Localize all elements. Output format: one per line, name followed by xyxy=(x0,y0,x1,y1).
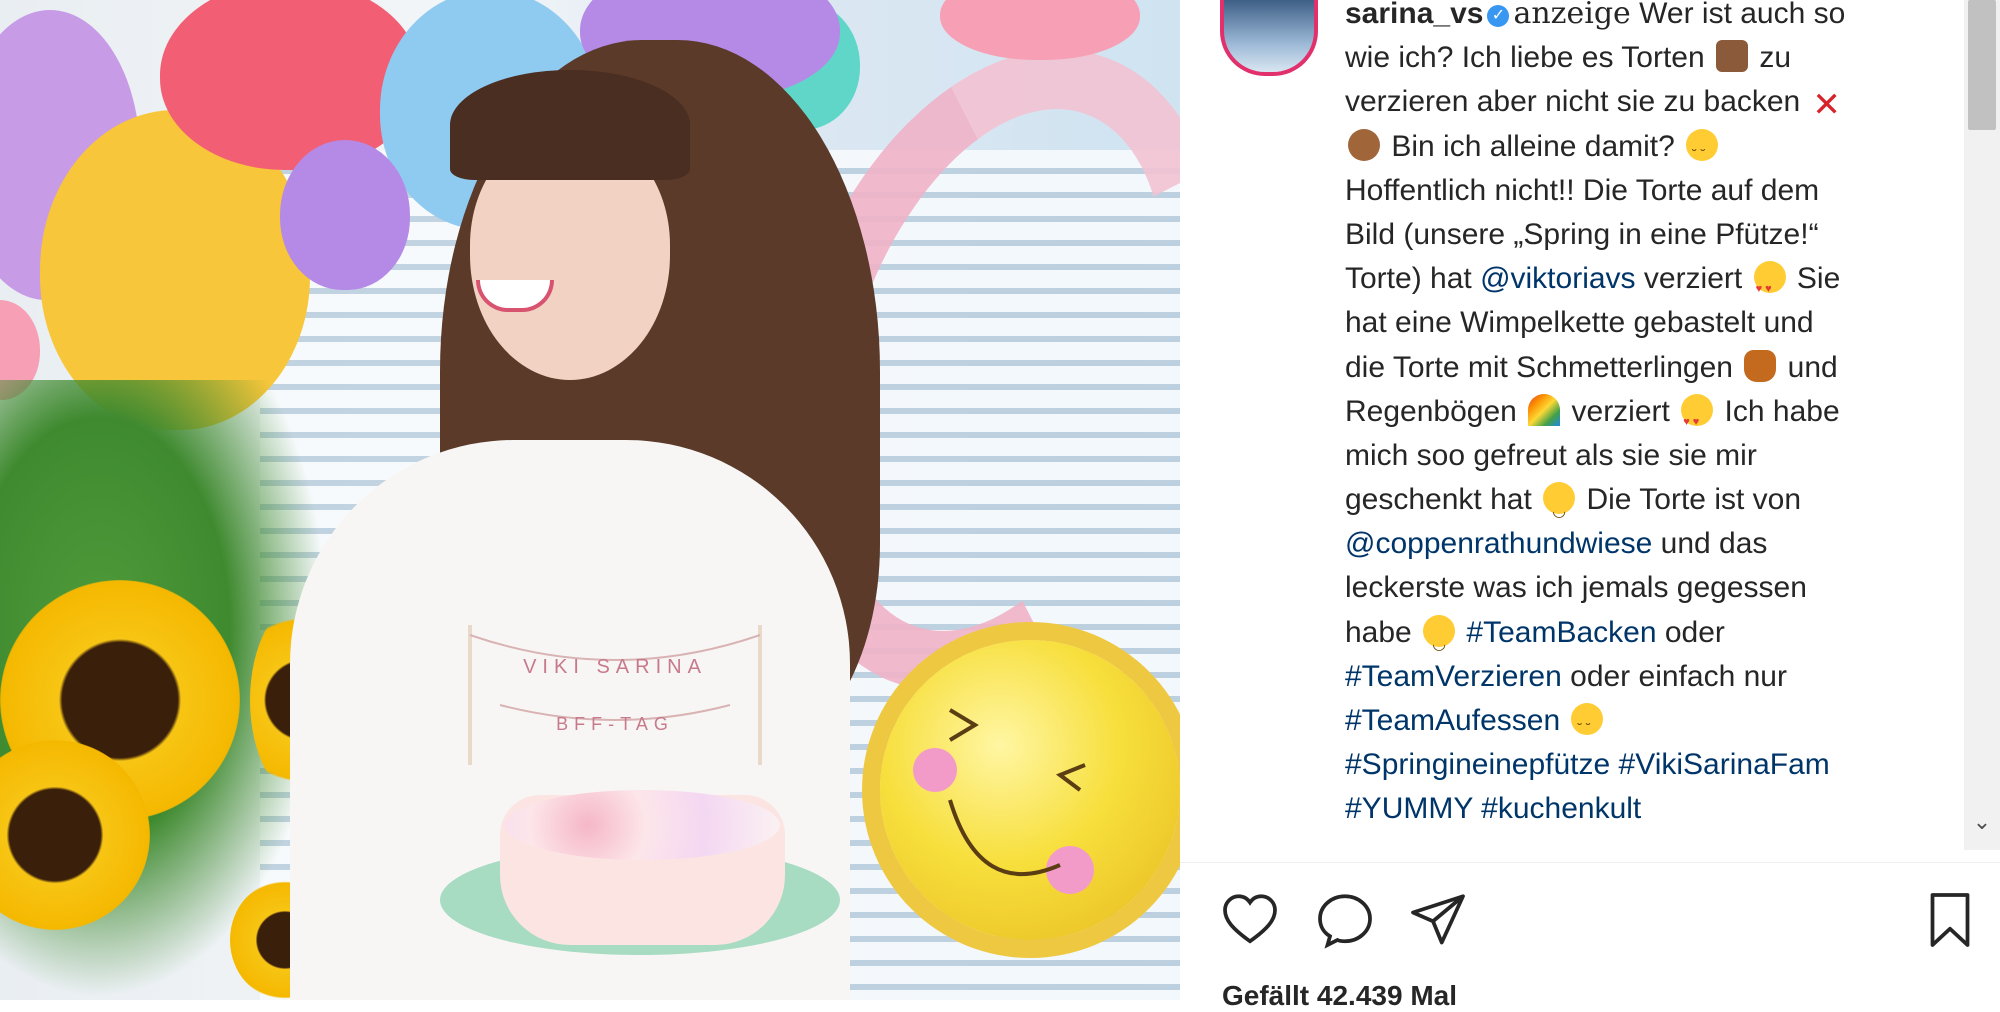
caption-line: #YUMMY #kuchenkult xyxy=(1345,787,1925,831)
butterfly-emoji-icon xyxy=(1744,349,1777,382)
caption-text: Torte) hat xyxy=(1345,262,1481,296)
username-link[interactable]: sarina_vs xyxy=(1345,0,1483,30)
avatar[interactable] xyxy=(1220,0,1318,76)
caption-line: verzieren aber nicht sie zu backen ✕ xyxy=(1345,80,1925,124)
chevron-down-icon[interactable]: ⌄ xyxy=(1972,811,1992,833)
post-actions xyxy=(1220,890,1980,960)
sponsored-label: anzeige xyxy=(1513,0,1631,31)
caption-text: Wer ist auch so xyxy=(1630,0,1846,30)
caption-text: oder einfach nur xyxy=(1561,659,1787,693)
balloon xyxy=(280,140,410,290)
caption-line: Hoffentlich nicht!! Die Torte auf dem xyxy=(1345,169,1925,213)
scrollbar[interactable]: ⌄ xyxy=(1964,0,2000,850)
caption-line: @coppenrathundwiese und das xyxy=(1345,522,1925,566)
heart-eyes-emoji-icon xyxy=(1681,393,1714,444)
post-caption: sarina_vs ✓ anzeige Wer ist auch so wie ich… xyxy=(1345,0,1925,832)
caption-text: oder xyxy=(1656,615,1725,649)
caption-text: verziert xyxy=(1563,394,1679,428)
caption-text: Die Torte ist von xyxy=(1578,483,1802,517)
likes-count[interactable]: Gefällt 42.439 Mal xyxy=(1222,980,1457,1012)
caption-text xyxy=(1473,792,1481,825)
caption-line: Regenbögen verziert Ich habe xyxy=(1345,390,1925,444)
sun-face xyxy=(913,708,1094,894)
caption-text: und das xyxy=(1652,527,1768,561)
smile-emoji-icon xyxy=(1423,614,1456,667)
hashtag-link[interactable]: #TeamBacken xyxy=(1466,616,1656,649)
joy-emoji-icon xyxy=(1571,703,1604,750)
caption-line: leckerste was ich jemals gegessen xyxy=(1345,566,1925,610)
balloon xyxy=(940,0,1140,60)
divider xyxy=(1180,862,2000,863)
hashtag-link[interactable]: #VikiSarinaFam xyxy=(1619,748,1830,781)
caption-text: Ich habe xyxy=(1716,394,1840,428)
post-photo[interactable]: VIKI SARINA BFF-TAG xyxy=(0,0,1180,1000)
caption-text: Bin ich alleine damit? xyxy=(1383,129,1684,163)
caption-line: Bin ich alleine damit? xyxy=(1345,125,1925,176)
caption-text: und xyxy=(1779,350,1838,384)
cake-decoration xyxy=(505,790,780,860)
caption-text: wie ich? Ich liebe es Torten xyxy=(1345,41,1713,75)
banner-text-1: VIKI SARINA xyxy=(523,656,707,678)
caption-text: Hoffentlich nicht!! Die Torte auf dem xyxy=(1345,173,1820,207)
paper-plane-icon[interactable] xyxy=(1408,890,1468,950)
caption-line: hat eine Wimpelkette gebastelt und xyxy=(1345,301,1925,345)
bookmark-icon[interactable] xyxy=(1920,890,1980,950)
hashtag-link[interactable]: #Springineinepfütze xyxy=(1345,748,1610,781)
caption-text: leckerste was ich jemals gegessen xyxy=(1345,571,1807,605)
caption-line: mich soo gefreut als sie sie mir xyxy=(1345,434,1925,478)
comment-bubble-icon[interactable] xyxy=(1315,890,1375,950)
caption-text: verzieren aber nicht sie zu backen xyxy=(1345,85,1809,119)
caption-text: hat eine Wimpelkette gebastelt und xyxy=(1345,306,1814,340)
person-bangs xyxy=(450,70,690,180)
caption-text: habe xyxy=(1345,615,1421,649)
caption-line: Torte) hat @viktoriavs verziert Sie xyxy=(1345,257,1925,311)
caption-text: die Torte mit Schmetterlingen xyxy=(1345,350,1742,384)
caption-line: habe #TeamBacken oder xyxy=(1345,611,1925,667)
heart-icon[interactable] xyxy=(1220,890,1280,950)
caption-line: die Torte mit Schmetterlingen und xyxy=(1345,346,1925,390)
caption-line: #Springineinepfütze #VikiSarinaFam xyxy=(1345,743,1925,787)
caption-text: Sie xyxy=(1788,262,1841,296)
monkey-emoji-icon xyxy=(1348,128,1380,161)
caption-line: geschenkt hat Die Torte ist von xyxy=(1345,478,1925,534)
scroll-thumb[interactable] xyxy=(1968,0,1996,130)
heart-eyes-emoji-icon xyxy=(1753,261,1786,311)
caption-text: Regenbögen xyxy=(1345,394,1526,428)
rainbow-emoji-icon xyxy=(1528,393,1561,426)
caption-text: geschenkt hat xyxy=(1345,483,1541,517)
caption-text xyxy=(1610,748,1618,781)
caption-line: sarina_vs ✓ anzeige Wer ist auch so xyxy=(1345,0,1925,36)
caption-line: #TeamAufessen xyxy=(1345,699,1925,750)
hashtag-link[interactable]: #TeamAufessen xyxy=(1345,704,1560,737)
mention-link[interactable]: @viktoriavs xyxy=(1480,262,1635,295)
verified-badge-icon: ✓ xyxy=(1487,5,1510,27)
hashtag-link[interactable]: #kuchenkult xyxy=(1481,792,1641,825)
balloon xyxy=(160,0,420,170)
joy-emoji-icon xyxy=(1686,128,1719,176)
caption-text: zu xyxy=(1750,41,1792,75)
caption-text: Bild (unsere „Spring in eine Pfütze!“ xyxy=(1345,217,1819,251)
mention-link[interactable]: @coppenrathundwiese xyxy=(1345,527,1652,560)
hashtag-link[interactable]: #TeamVerzieren xyxy=(1345,660,1562,693)
caption-line: wie ich? Ich liebe es Torten zu xyxy=(1345,36,1925,80)
caption-text xyxy=(1560,704,1568,737)
x-emoji-icon: ✕ xyxy=(1812,86,1841,125)
bunting-banner: VIKI SARINA BFF-TAG xyxy=(468,625,762,765)
hashtag-link[interactable]: #YUMMY xyxy=(1345,792,1473,825)
caption-text: verziert xyxy=(1635,262,1751,296)
post-side-panel: sarina_vs ✓ anzeige Wer ist auch so wie ich… xyxy=(1180,0,2000,1011)
smile-emoji-icon xyxy=(1543,482,1576,534)
banner-text-2: BFF-TAG xyxy=(556,714,674,734)
cake-emoji-icon xyxy=(1715,40,1748,73)
caption-line: Bild (unsere „Spring in eine Pfütze!“ xyxy=(1345,213,1925,257)
